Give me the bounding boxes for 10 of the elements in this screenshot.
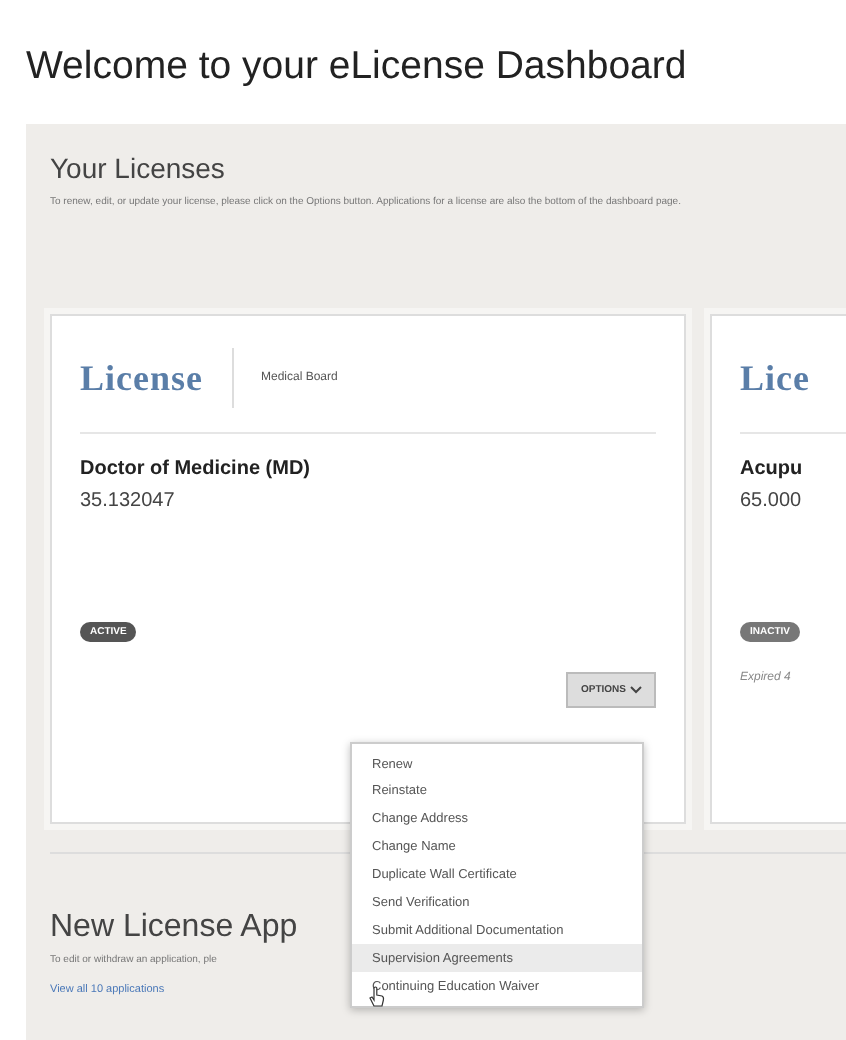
license-name: Acupu bbox=[740, 458, 805, 480]
section-heading: New License App bbox=[50, 910, 298, 946]
license-logo: License bbox=[80, 357, 203, 399]
license-name: Doctor of Medicine (MD) bbox=[80, 458, 312, 480]
section-heading: Your Licenses bbox=[50, 152, 225, 184]
license-logo: Lice bbox=[740, 357, 810, 399]
page-title: Welcome to your eLicense Dashboard bbox=[24, 42, 689, 92]
license-number: 65.000 bbox=[740, 490, 804, 512]
chevron-down-icon bbox=[630, 686, 642, 694]
license-number: 35.132047 bbox=[80, 490, 177, 512]
